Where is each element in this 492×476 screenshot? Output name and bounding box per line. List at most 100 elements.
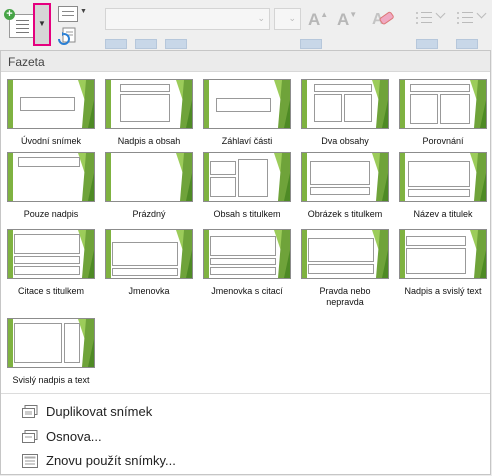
- placeholder-box: [238, 159, 268, 197]
- numbering-icon[interactable]: [457, 11, 473, 25]
- layout-tile[interactable]: Pravda nebo nepravda: [300, 229, 390, 308]
- layout-tile[interactable]: Jmenovka s citací: [202, 229, 292, 297]
- layout-label: Úvodní snímek: [20, 136, 82, 146]
- chevron-down-icon: ⌄: [257, 13, 265, 23]
- layout-thumbnail: [105, 229, 193, 279]
- layout-tile[interactable]: Porovnání: [398, 79, 488, 147]
- placeholder-box: [210, 177, 236, 197]
- placeholder-box: [210, 236, 276, 256]
- layout-tile[interactable]: Úvodní snímek: [6, 79, 96, 147]
- clear-formatting-icon[interactable]: A: [370, 8, 396, 28]
- reuse-slides-label: Znovu použít snímky...: [46, 453, 176, 468]
- placeholder-box: [308, 264, 374, 274]
- layout-label: Svislý nadpis a text: [12, 375, 90, 385]
- duplicate-slide-label: Duplikovat snímek: [46, 404, 153, 419]
- accent-strip: [204, 153, 209, 201]
- placeholder-box: [410, 94, 438, 124]
- accent-strip: [8, 153, 13, 201]
- layout-tile[interactable]: Pouze nadpis: [6, 152, 96, 220]
- placeholder-box: [310, 187, 370, 195]
- layout-thumbnail: [7, 229, 95, 279]
- placeholder-box: [14, 266, 80, 275]
- reset-slide-button[interactable]: [58, 27, 76, 45]
- bullets-icon[interactable]: [416, 11, 432, 25]
- accent-strip: [400, 80, 405, 128]
- layout-label: Jmenovka: [128, 286, 170, 296]
- layout-thumbnail: [301, 229, 389, 279]
- layout-tile[interactable]: Záhlaví části: [202, 79, 292, 147]
- theme-name: Fazeta: [8, 55, 45, 69]
- layout-thumbnail: [399, 79, 487, 129]
- outline-label: Osnova...: [46, 429, 102, 444]
- new-slide-dropdown-button[interactable]: ▼: [33, 3, 51, 46]
- chevron-down-icon[interactable]: [476, 8, 487, 19]
- layout-thumbnail: [399, 229, 487, 279]
- layout-dropdown-icon[interactable]: ▼: [80, 8, 87, 15]
- layout-label: Pravda nebo nepravda: [319, 286, 371, 307]
- layout-tile[interactable]: Název a titulek: [398, 152, 488, 220]
- accent-strip: [302, 230, 307, 278]
- layout-tile[interactable]: Jmenovka: [104, 229, 194, 297]
- layout-label: Název a titulek: [413, 209, 473, 219]
- layout-thumbnail: [203, 79, 291, 129]
- placeholder-box: [314, 84, 372, 92]
- layout-tile[interactable]: Nadpis a obsah: [104, 79, 194, 147]
- layout-tile[interactable]: Dva obsahy: [300, 79, 390, 147]
- layout-tile[interactable]: Obsah s titulkem: [202, 152, 292, 220]
- toolbar-control[interactable]: [456, 39, 478, 49]
- layout-button[interactable]: [58, 6, 78, 22]
- outline-item[interactable]: Osnova...: [1, 426, 490, 448]
- placeholder-box: [310, 161, 370, 185]
- accent-strip: [8, 80, 13, 128]
- placeholder-box: [406, 236, 466, 246]
- accent-strip: [106, 80, 111, 128]
- placeholder-box: [408, 161, 470, 187]
- reuse-slides-item[interactable]: Znovu použít snímky...: [1, 450, 490, 472]
- layout-label: Prázdný: [132, 209, 166, 219]
- placeholder-box: [14, 256, 80, 264]
- layout-thumbnail: [301, 79, 389, 129]
- grow-font-icon[interactable]: A▲: [308, 10, 328, 30]
- accent-strip: [106, 153, 111, 201]
- chevron-down-icon[interactable]: [435, 8, 446, 19]
- chevron-down-icon: ⌄: [288, 13, 296, 23]
- placeholder-box: [410, 84, 470, 92]
- gallery-header: Fazeta: [1, 51, 490, 72]
- new-slide-button[interactable]: +: [4, 6, 35, 38]
- layout-tile[interactable]: Nadpis a svislý text: [398, 229, 488, 297]
- layout-label: Nadpis a svislý text: [404, 286, 482, 296]
- layout-thumbnail: [203, 152, 291, 202]
- toolbar-control[interactable]: [416, 39, 438, 49]
- layout-label: Porovnání: [422, 136, 464, 146]
- accent-strip: [8, 230, 13, 278]
- toolbar-control[interactable]: [135, 39, 157, 49]
- layout-tile[interactable]: Prázdný: [104, 152, 194, 220]
- accent-strip: [302, 80, 307, 128]
- placeholder-box: [18, 157, 80, 167]
- font-size-field[interactable]: ⌄: [274, 8, 301, 30]
- accent-strip: [8, 319, 13, 367]
- ribbon-toolbar: + ▼ ▼ ⌄ ⌄ A▲ A▼ A: [0, 0, 492, 50]
- layout-thumbnail: [7, 152, 95, 202]
- toolbar-control[interactable]: [105, 39, 127, 49]
- layout-label: Citace s titulkem: [17, 286, 85, 296]
- shrink-font-icon[interactable]: A▼: [337, 10, 357, 30]
- placeholder-box: [308, 238, 374, 262]
- layout-tile[interactable]: Svislý nadpis a text: [6, 318, 96, 386]
- layout-tile[interactable]: Obrázek s titulkem: [300, 152, 390, 220]
- layout-thumbnail: [7, 79, 95, 129]
- layout-tile[interactable]: Citace s titulkem: [6, 229, 96, 297]
- placeholder-box: [210, 258, 276, 265]
- placeholder-box: [216, 98, 271, 112]
- font-name-field[interactable]: ⌄: [105, 8, 270, 30]
- toolbar-control[interactable]: [165, 39, 187, 49]
- accent-strip: [106, 230, 111, 278]
- duplicate-slide-item[interactable]: Duplikovat snímek: [1, 401, 490, 423]
- divider: [1, 393, 490, 394]
- accent-strip: [204, 80, 209, 128]
- placeholder-box: [14, 323, 62, 363]
- toolbar-control[interactable]: [300, 39, 322, 49]
- accent-strip: [400, 230, 405, 278]
- placeholder-box: [440, 94, 470, 124]
- layout-gallery: Fazeta Úvodní snímek Nadpis a obsah Záhlav…: [0, 50, 491, 475]
